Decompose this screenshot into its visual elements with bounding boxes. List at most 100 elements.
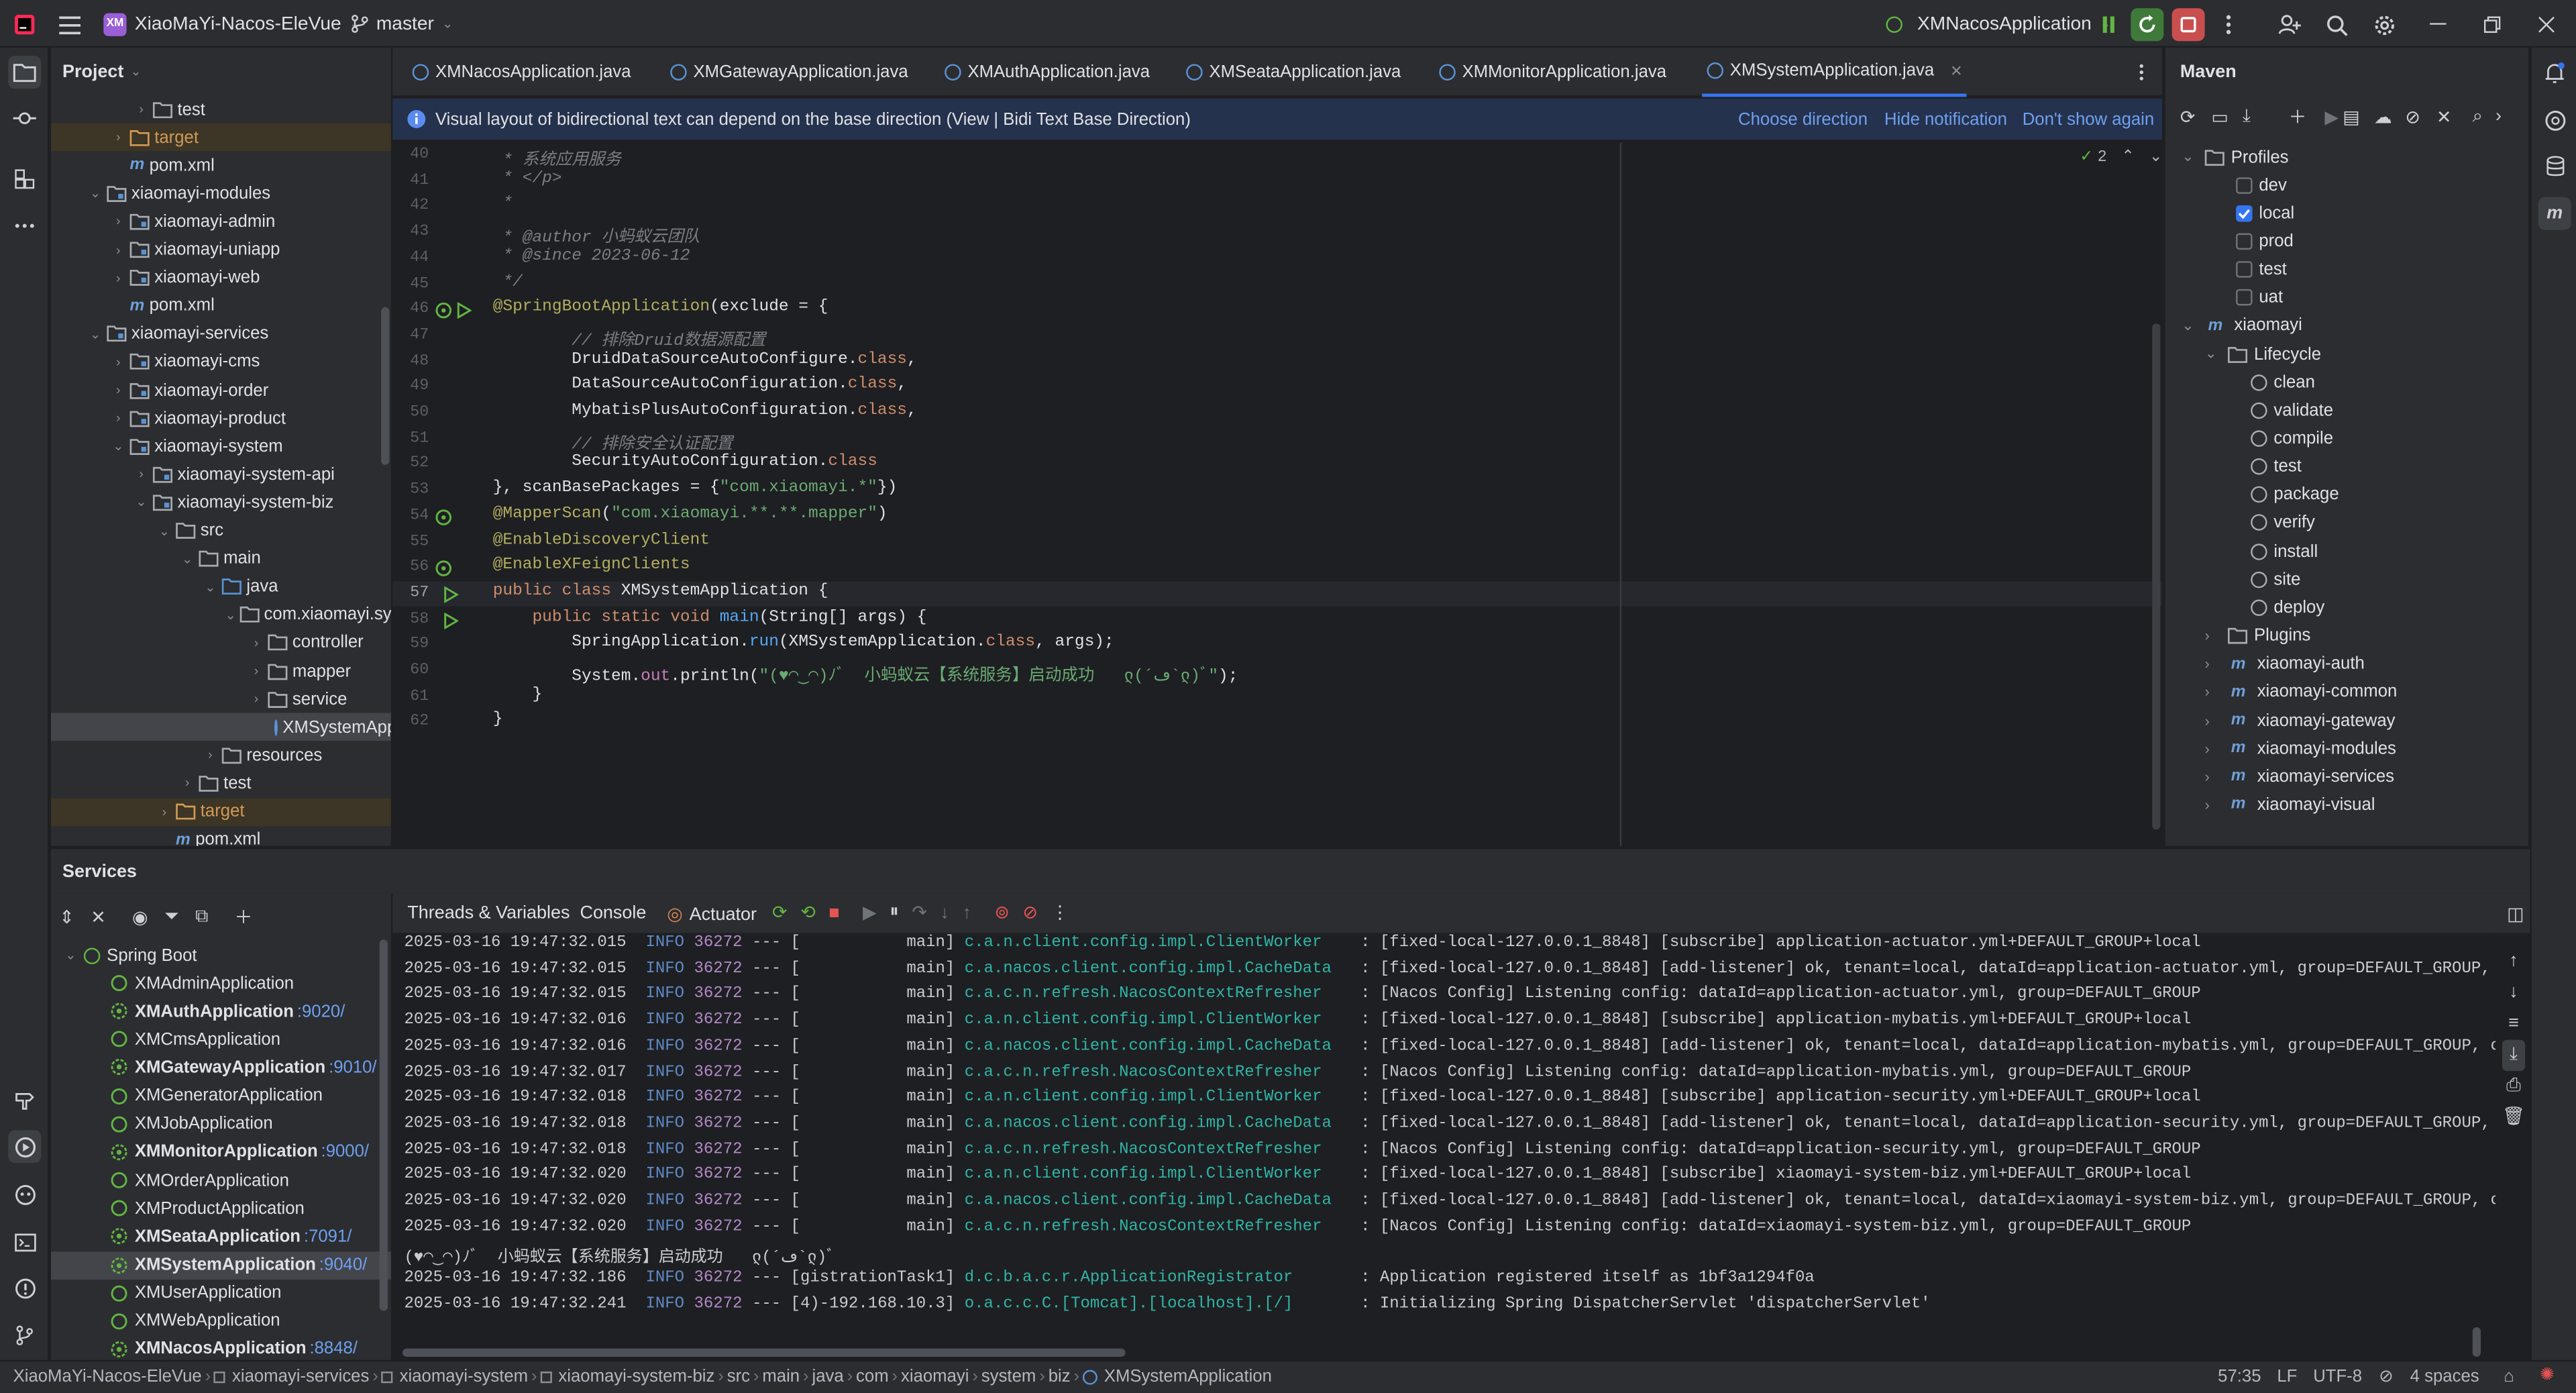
analyze-icon[interactable]: ⌕ — [2473, 106, 2496, 127]
maven-item[interactable]: install — [2251, 537, 2318, 566]
chevron-up-icon[interactable]: ⌃ — [2121, 148, 2135, 166]
spring-bean-icon[interactable] — [435, 509, 451, 525]
more-horizontal-icon[interactable] — [8, 209, 41, 242]
breadcrumb-item[interactable]: xiaomayi — [901, 1367, 969, 1386]
breadcrumb-item[interactable]: com — [856, 1367, 889, 1386]
structure-icon[interactable] — [8, 162, 41, 195]
run-gutter-icon[interactable] — [457, 302, 472, 319]
maven-item[interactable]: prod — [2236, 227, 2294, 256]
service-port-link[interactable]: :7091/ — [304, 1227, 352, 1246]
service-item[interactable]: XMAdminApplication — [51, 969, 391, 997]
run-gutter-icon[interactable] — [443, 586, 459, 603]
offline-icon[interactable]: ☁ — [2374, 106, 2406, 127]
tab-actuator[interactable]: ◎ Actuator — [667, 903, 757, 925]
maven-item[interactable]: uat — [2236, 284, 2283, 312]
breadcrumb-item[interactable]: src — [727, 1367, 750, 1386]
tree-item[interactable]: ⌄ xiaomayi-system-biz — [51, 488, 391, 517]
close-icon[interactable]: × — [1951, 59, 1962, 82]
maven-item[interactable]: › m xiaomayi-modules — [2205, 735, 2396, 763]
rerun-button[interactable] — [2131, 8, 2164, 42]
maven-item[interactable]: › Plugins — [2205, 622, 2311, 650]
profile-checkbox[interactable] — [2236, 205, 2253, 221]
maven-item[interactable]: › m xiaomayi-gateway — [2205, 707, 2396, 735]
tree-item[interactable]: ⌄ main — [51, 545, 391, 573]
console-output[interactable]: 2025-03-16 19:47:32.015 INFO 36272 --- [… — [392, 933, 2496, 1360]
build-hammer-icon[interactable] — [8, 1084, 41, 1117]
minimize-window-icon[interactable] — [2422, 8, 2455, 41]
more-vertical-icon[interactable] — [2125, 56, 2157, 89]
tree-item[interactable]: › test — [51, 770, 391, 798]
run-config-selector[interactable]: XMNacosApplication ⌄ — [1886, 0, 2111, 48]
error-indicator-icon[interactable]: ✺ — [2540, 1365, 2555, 1384]
maven-item[interactable]: deploy — [2251, 594, 2324, 622]
breadcrumb-item[interactable]: xiaomayi-system — [381, 1367, 528, 1386]
collapse-icon[interactable]: ✕ — [2436, 106, 2473, 127]
dont-show-again-link[interactable]: Don't show again — [2023, 110, 2154, 130]
inspection-widget[interactable]: ✓ 2 ⌃ ⌄ — [2080, 148, 2161, 166]
service-item[interactable]: XMWebApplication — [51, 1307, 391, 1335]
project-selector[interactable]: XM XiaoMaYi-Nacos-EleVue ⌄ — [103, 0, 360, 48]
tab-xmsystemapplication[interactable]: XMSystemApplication.java × — [1702, 48, 1968, 97]
git-branch-icon[interactable] — [8, 1319, 41, 1352]
tree-item[interactable]: › xiaomayi-uniapp — [51, 236, 391, 264]
maven-item[interactable]: dev — [2236, 171, 2287, 199]
tree-item[interactable]: › resources — [51, 741, 391, 770]
print-icon[interactable]: ⎙ — [2502, 1071, 2525, 1102]
choose-direction-link[interactable]: Choose direction — [1738, 110, 1868, 130]
breadcrumb-item[interactable]: XiaoMaYi-Nacos-EleVue — [13, 1367, 202, 1386]
tree-item[interactable]: › xiaomayi-product — [51, 404, 391, 432]
breadcrumb-item[interactable]: xiaomayi-services — [214, 1367, 369, 1386]
add-folder-icon[interactable]: ▭ — [2211, 106, 2243, 127]
service-item[interactable]: XMProductApplication — [51, 1194, 391, 1223]
service-item[interactable]: XMMonitorApplication:9000/ — [51, 1138, 391, 1166]
tree-item[interactable]: ⌄ xiaomayi-modules — [51, 180, 391, 208]
no-edit-icon[interactable]: ⊘ — [2379, 1367, 2394, 1386]
tree-item[interactable]: › target — [50, 797, 391, 826]
tab-xmgatewayapplication[interactable]: XMGatewayApplication.java — [665, 48, 913, 97]
plus-icon[interactable]: ＋ — [2279, 103, 2312, 130]
service-item[interactable]: XMSystemApplication:9040/ — [50, 1251, 391, 1279]
tree-item[interactable]: › xiaomayi-admin — [51, 207, 391, 236]
problems-icon[interactable] — [8, 1272, 41, 1304]
profile-checkbox[interactable] — [2236, 176, 2253, 193]
profile-checkbox[interactable] — [2236, 233, 2253, 250]
tree-item[interactable]: m pom.xml — [51, 825, 391, 845]
service-item[interactable]: XMAuthApplication:9020/ — [51, 997, 391, 1025]
pause-icon[interactable]: ⏸ — [890, 902, 898, 923]
maven-item[interactable]: ⌄ Lifecycle — [2205, 340, 2322, 368]
notifications-bell-icon[interactable] — [2538, 56, 2571, 89]
service-item[interactable]: XMJobApplication — [51, 1110, 391, 1138]
plugins-icon[interactable] — [8, 1178, 41, 1210]
terminal-icon[interactable] — [8, 1225, 41, 1258]
maven-item[interactable]: ⌄ m xiaomayi — [2182, 312, 2302, 340]
trash-icon[interactable]: 🗑 — [2502, 1102, 2525, 1134]
tree-item[interactable]: ⌄ xiaomayi-services — [51, 320, 391, 348]
spring-boot-group[interactable]: ⌄ Spring Boot — [51, 941, 391, 970]
project-tool-folder-icon[interactable] — [8, 56, 42, 89]
tree-item[interactable]: ⌄ com.xiaomayi.sys — [51, 601, 391, 629]
stop-button[interactable] — [2171, 8, 2205, 42]
step-into-icon[interactable]: ↓ — [941, 902, 949, 922]
maven-item[interactable]: test — [2251, 453, 2302, 481]
collapse-all-icon[interactable]: ✕ — [91, 906, 106, 927]
service-item[interactable]: XMSeataApplication:7091/ — [51, 1223, 391, 1251]
service-item[interactable]: XMGeneratorApplication — [51, 1082, 391, 1110]
caret-position[interactable]: 57:35 — [2218, 1367, 2261, 1386]
editor-scrollbar[interactable] — [2152, 323, 2161, 830]
service-port-link[interactable]: :9010/ — [329, 1057, 377, 1077]
close-window-icon[interactable] — [2530, 8, 2563, 41]
tab-console[interactable]: Console — [580, 903, 646, 923]
step-out-icon[interactable]: ↑ — [963, 902, 971, 922]
tree-item[interactable]: › xiaomayi-web — [51, 264, 391, 292]
more-vertical-icon[interactable] — [2211, 8, 2244, 41]
restore-window-icon[interactable] — [2476, 8, 2509, 41]
maven-item[interactable]: verify — [2251, 509, 2315, 537]
spring-bean-icon[interactable] — [435, 560, 451, 577]
tree-item[interactable]: m pom.xml — [51, 292, 391, 320]
code-editor[interactable]: 40 * 系统应用服务 41 * </p> 42 * 43 * @author 小蚂蚁… — [392, 142, 2162, 846]
ai-assistant-icon[interactable] — [2538, 103, 2571, 136]
tree-item[interactable]: ⌄ java — [51, 573, 391, 601]
spring-bean-icon[interactable] — [435, 303, 451, 319]
gear-icon[interactable] — [2367, 8, 2400, 41]
breadcrumb-item[interactable]: XMSystemApplication — [1082, 1367, 1272, 1386]
